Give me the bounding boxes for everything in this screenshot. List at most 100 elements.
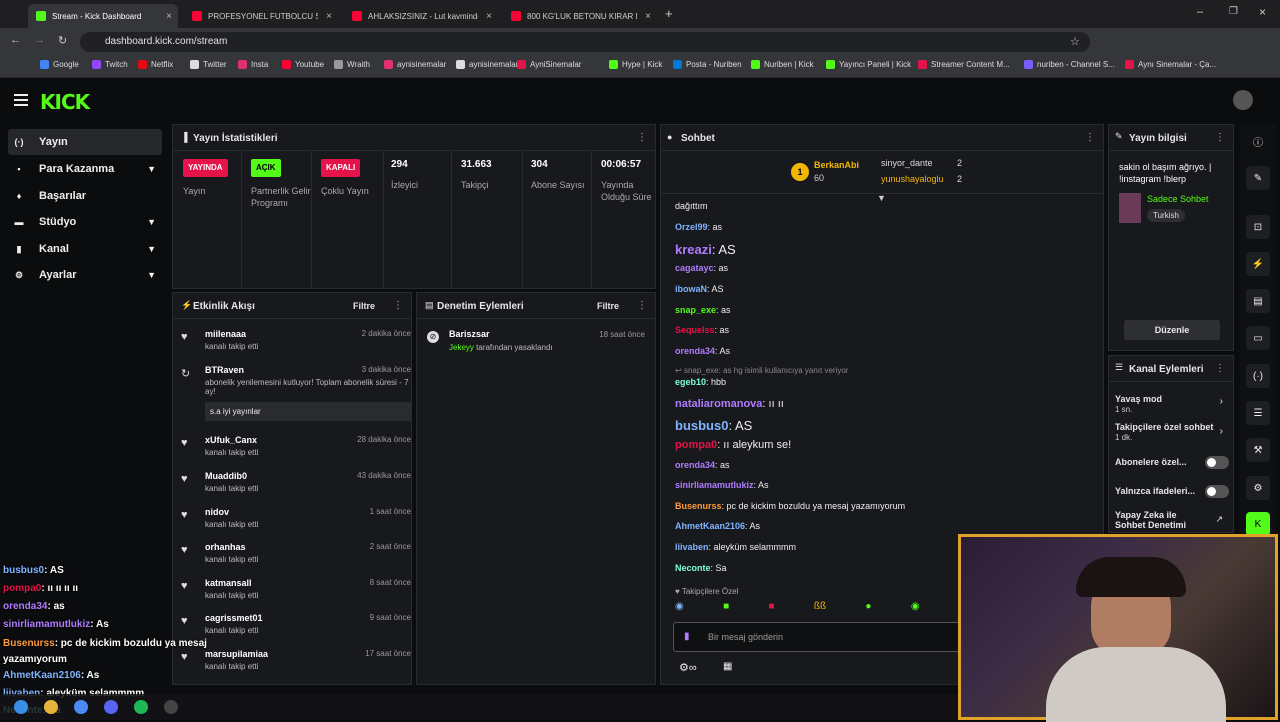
spotify-icon[interactable]	[134, 700, 148, 714]
chat-message[interactable]: Sequelss: as	[675, 325, 729, 335]
chevron-right-icon[interactable]: ›	[1220, 426, 1223, 437]
bookmark-item[interactable]: Wraith	[334, 60, 370, 69]
info-icon[interactable]: ⓘ	[1246, 129, 1270, 153]
chat-username[interactable]: Orzel99	[675, 222, 708, 232]
emotes-only-toggle[interactable]	[1205, 485, 1229, 498]
chat-message[interactable]: orenda34: as	[675, 460, 730, 470]
tab-kick-dashboard[interactable]: Stream - Kick Dashboard ×	[28, 4, 178, 28]
menu-icon[interactable]	[14, 94, 28, 106]
folder-icon[interactable]	[44, 700, 58, 714]
bookmark-item[interactable]: Insta	[238, 60, 268, 69]
chrome-icon[interactable]	[74, 700, 88, 714]
start-icon[interactable]	[14, 700, 28, 714]
chat-message[interactable]: cagatayc: as	[675, 263, 728, 273]
bookmark-item[interactable]: Streamer Content M...	[918, 60, 1010, 69]
avatar[interactable]	[1233, 90, 1253, 110]
chat-message[interactable]: pompa0: ıı aleykum se!	[675, 439, 791, 451]
category-name[interactable]: Sadece Sohbet	[1147, 194, 1209, 204]
more-icon[interactable]: ⋮	[1215, 132, 1225, 143]
bookmark-item[interactable]: Yayıncı Paneli | Kick	[826, 60, 911, 69]
forward-icon[interactable]: →	[34, 34, 45, 46]
chat-username[interactable]: sinirliamamutlukiz	[675, 480, 754, 490]
chat-username[interactable]: Neconte	[675, 563, 711, 573]
bookmark-item[interactable]: Aynı Sinemalar - Ça...	[1125, 60, 1216, 69]
chat-username[interactable]: Busenurss	[675, 501, 722, 511]
settings-icon[interactable]: ⚙∞	[679, 661, 697, 674]
reload-icon[interactable]: ↻	[58, 34, 67, 47]
sidebar-item-studyo[interactable]: ▬ Stüdyo ▼	[8, 209, 162, 235]
chat-message[interactable]: ibowaN: AS	[675, 284, 724, 294]
gifter-3[interactable]: yunushayaloglu	[881, 174, 944, 184]
edit-button[interactable]: Düzenle	[1124, 320, 1220, 340]
obs-icon[interactable]	[164, 700, 178, 714]
bookmark-item[interactable]: Nuriben | Kick	[751, 60, 814, 69]
filter-button[interactable]: Filtre	[353, 301, 375, 311]
emote-icon[interactable]: ◉	[911, 601, 920, 619]
bookmark-star-icon[interactable]: ☆	[1070, 35, 1080, 48]
bookmark-item[interactable]: aynisinemalar	[456, 60, 518, 69]
bookmark-item[interactable]: Youtube	[282, 60, 324, 69]
subs-only-toggle[interactable]	[1205, 456, 1229, 469]
chat-message[interactable]: Orzel99: as	[675, 222, 722, 232]
chat-username[interactable]: busbus0	[675, 418, 728, 433]
chat-message[interactable]: Neconte: Sa	[675, 563, 727, 573]
chat-message[interactable]: orenda34: As	[675, 346, 730, 356]
chat-username[interactable]: AhmetKaan2106	[675, 521, 745, 531]
more-icon[interactable]: ⋮	[1215, 363, 1225, 374]
bookmark-item[interactable]: Twitter	[190, 60, 227, 69]
chat-username[interactable]: orenda34	[675, 346, 715, 356]
chat-username[interactable]: ibowaN	[675, 284, 707, 294]
chat-message[interactable]: dağıttım	[675, 201, 708, 211]
emote-icon[interactable]: ◉	[675, 601, 684, 619]
tab-youtube-3[interactable]: 800 KG'LUK BETONU KIRAR MI ×	[503, 4, 657, 28]
chat-message[interactable]: egeb10: hbb	[675, 377, 726, 387]
layout-icon[interactable]: ⊡	[1246, 215, 1270, 239]
tab-youtube-1[interactable]: PROFESYONEL FUTBOLCU SENO×	[184, 4, 338, 28]
pencil-icon[interactable]: ✎	[1246, 166, 1270, 190]
kick-logo[interactable]: KICK	[40, 90, 90, 114]
chevron-right-icon[interactable]: ›	[1220, 396, 1223, 407]
chat-message[interactable]: busbus0: AS	[675, 418, 752, 433]
sidebar-item-ayarlar[interactable]: ⚙ Ayarlar ▼	[8, 262, 162, 288]
more-icon[interactable]: ⋮	[1085, 132, 1095, 143]
sidebar-item-yayin[interactable]: (·) Yayın	[8, 129, 162, 155]
new-tab-button[interactable]: +	[665, 6, 673, 21]
close-icon[interactable]: ×	[326, 11, 332, 22]
emote-icon[interactable]: ●	[865, 601, 871, 619]
emote-icon[interactable]: ■	[723, 601, 729, 619]
bookmark-item[interactable]: Netflix	[138, 60, 173, 69]
bookmark-item[interactable]: AyniSinemalar	[517, 60, 581, 69]
external-link-icon[interactable]: ↗	[1215, 514, 1223, 525]
url-input[interactable]: dashboard.kick.com/stream	[80, 32, 1090, 52]
sidebar-item-basarilar[interactable]: ♦ Başarılar	[8, 183, 162, 209]
chat-username[interactable]: liivaben	[675, 542, 709, 552]
settings-icon[interactable]: ⚙	[1246, 476, 1270, 500]
chat-username[interactable]: egeb10	[675, 377, 706, 387]
chat-message[interactable]: kreazi: AS	[675, 242, 736, 257]
document-icon[interactable]: ▤	[1246, 289, 1270, 313]
gifter-2[interactable]: sinyor_dante	[881, 158, 933, 168]
moderated-user[interactable]: Bariszsar	[449, 329, 490, 339]
chat-username[interactable]: cagatayc	[675, 263, 714, 273]
kick-app-icon[interactable]: K	[1246, 512, 1270, 536]
list-icon[interactable]: ☰	[1246, 401, 1270, 425]
bookmark-item[interactable]: aynisinemalar	[384, 60, 446, 69]
chat-message[interactable]: snap_exe: as	[675, 305, 731, 315]
discord-icon[interactable]	[104, 700, 118, 714]
chat-username[interactable]: orenda34	[675, 460, 715, 470]
microphone-icon[interactable]: ▮	[684, 631, 690, 642]
close-icon[interactable]: ×	[166, 11, 172, 22]
wrench-icon[interactable]: ⚒	[1246, 438, 1270, 462]
chat-message[interactable]: AhmetKaan2106: As	[675, 521, 760, 531]
tab-youtube-2[interactable]: AHLAKSIZSINIZ - Lut kavminde ×	[344, 4, 498, 28]
bookmark-item[interactable]: Twitch	[92, 60, 128, 69]
bookmark-item[interactable]: Hype | Kick	[609, 60, 662, 69]
bookmark-item[interactable]: nuriben - Channel S...	[1024, 60, 1115, 69]
chat-message[interactable]: nataliaromanova: ıı ıı	[675, 398, 784, 410]
lightning-icon[interactable]: ⚡	[1246, 252, 1270, 276]
chat-username[interactable]: pompa0	[675, 439, 717, 451]
close-icon[interactable]: ×	[486, 11, 492, 22]
pin-icon[interactable]: ▼	[877, 193, 886, 203]
broadcast-icon[interactable]: (·)	[1246, 364, 1270, 388]
bookmark-item[interactable]: Posta - Nuriben	[673, 60, 742, 69]
